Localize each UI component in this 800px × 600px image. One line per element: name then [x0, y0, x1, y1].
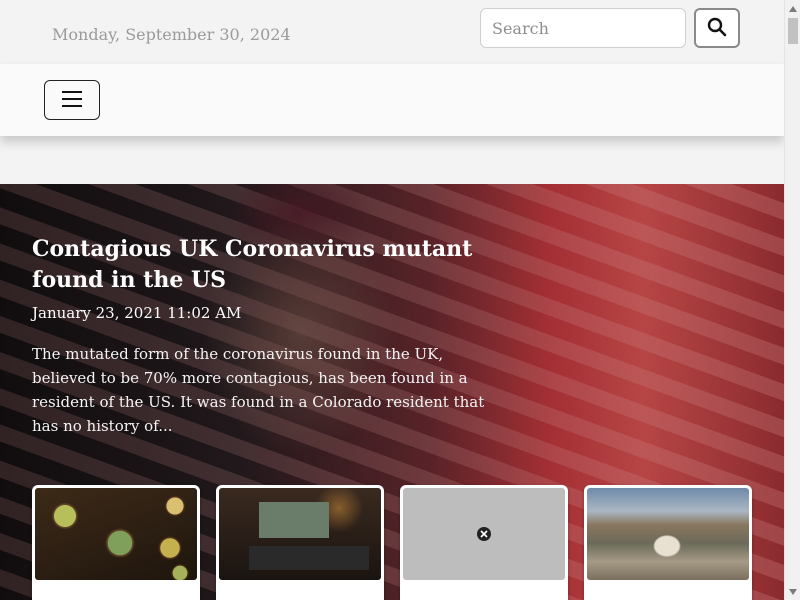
herbal-powders-image: [35, 488, 197, 580]
current-date: Monday, September 30, 2024: [52, 25, 291, 44]
hamburger-menu-icon: [60, 89, 84, 112]
featured-title[interactable]: Contagious UK Coronavirus mutant found i…: [32, 234, 512, 296]
article-card-1[interactable]: [32, 485, 200, 600]
search-input[interactable]: [480, 8, 686, 48]
search-button[interactable]: [694, 8, 740, 48]
navbar: [0, 64, 784, 136]
top-bar: Monday, September 30, 2024: [0, 0, 784, 64]
broken-image-icon: [477, 527, 491, 541]
scroll-up-arrow-icon[interactable]: [785, 0, 800, 17]
scrollbar-thumb[interactable]: [788, 18, 798, 44]
vertical-scrollbar[interactable]: [784, 0, 800, 600]
article-card-3[interactable]: [400, 485, 568, 600]
featured-date: January 23, 2021 11:02 AM: [32, 304, 242, 322]
menu-toggle-button[interactable]: [44, 80, 100, 120]
city-dome-image: [587, 488, 749, 580]
tablet-device-image: [219, 488, 381, 580]
missing-image: [403, 488, 565, 580]
scroll-down-arrow-icon[interactable]: [785, 583, 800, 600]
search-icon: [707, 17, 727, 40]
featured-summary: The mutated form of the coronavirus foun…: [32, 345, 485, 435]
article-card-2[interactable]: [216, 485, 384, 600]
article-card-4[interactable]: [584, 485, 752, 600]
featured-article[interactable]: Contagious UK Coronavirus mutant found i…: [0, 184, 784, 600]
